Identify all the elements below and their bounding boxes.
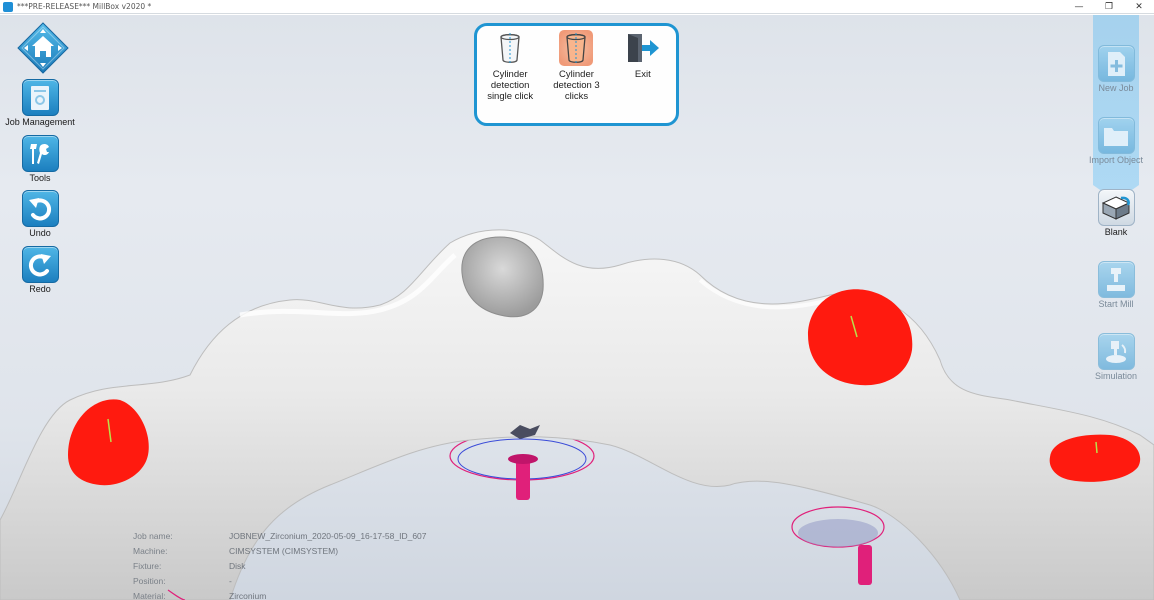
support-pin-center	[449, 431, 595, 500]
home-button[interactable]	[16, 21, 70, 75]
window-controls: — ❐ ✕	[1064, 0, 1154, 14]
job-info-value: Zirconium	[229, 590, 267, 600]
job-info-row: Position: -	[133, 573, 427, 588]
job-info-value: JOBNEW_Zirconium_2020-05-09_16-17-58_ID_…	[229, 530, 427, 541]
job-management-button[interactable]: Job Management	[0, 79, 80, 127]
job-info-value: -	[229, 575, 232, 586]
job-management-label: Job Management	[5, 117, 75, 127]
new-job-button[interactable]: New Job	[1081, 45, 1151, 93]
cylinder-three-icon	[559, 30, 594, 66]
tools-button[interactable]: Tools	[0, 135, 80, 183]
blank-button[interactable]: Blank	[1081, 189, 1151, 237]
exit-button[interactable]: Exit	[612, 30, 674, 123]
marker-top-right[interactable]	[808, 289, 913, 386]
close-button[interactable]: ✕	[1124, 0, 1154, 14]
job-info-key: Job name:	[133, 530, 173, 541]
undo-label: Undo	[29, 228, 51, 238]
job-info-value: CIMSYSTEM (CIMSYSTEM)	[229, 545, 339, 556]
new-job-label: New Job	[1098, 83, 1134, 93]
undo-icon	[21, 190, 59, 227]
app-logo-icon	[3, 1, 13, 12]
exit-label: Exit	[634, 69, 651, 80]
job-info-panel: Job name: JOBNEW_Zirconium_2020-05-09_16…	[133, 528, 427, 600]
job-info-key: Fixture:	[133, 560, 162, 571]
exit-icon	[626, 30, 660, 66]
marker-right[interactable]	[1049, 434, 1141, 482]
tools-label: Tools	[29, 173, 51, 183]
redo-icon	[21, 246, 59, 283]
window-title: ***PRE-RELEASE*** MillBox v2020 *	[17, 2, 152, 11]
import-object-icon	[1097, 117, 1135, 154]
job-info-row: Machine: CIMSYSTEM (CIMSYSTEM)	[133, 543, 427, 558]
cylinder-three-label: Cylinder detection 3 clicks	[553, 69, 600, 102]
minimize-button[interactable]: —	[1064, 0, 1094, 14]
start-mill-label: Start Mill	[1098, 299, 1134, 309]
cylinder-detection-single-click-button[interactable]: Cylinder detection single click	[479, 30, 541, 123]
simulation-button[interactable]: Simulation	[1081, 333, 1151, 381]
job-info-key: Machine:	[133, 545, 168, 556]
import-object-button[interactable]: Import Object	[1081, 117, 1151, 165]
cylinder-detection-toolbar: Cylinder detection single click Cylinder…	[474, 23, 679, 126]
blank-label: Blank	[1104, 227, 1128, 237]
start-mill-icon	[1097, 261, 1135, 298]
simulation-label: Simulation	[1094, 371, 1138, 381]
tools-icon	[21, 135, 59, 172]
job-management-icon	[21, 79, 59, 116]
start-mill-button[interactable]: Start Mill	[1081, 261, 1151, 309]
home-icon	[17, 22, 69, 74]
redo-label: Redo	[29, 284, 51, 294]
cylinder-single-icon	[493, 30, 527, 66]
3d-viewport[interactable]: Job name: JOBNEW_Zirconium_2020-05-09_16…	[0, 15, 1154, 600]
import-object-label: Import Object	[1088, 155, 1144, 165]
title-bar: ***PRE-RELEASE*** MillBox v2020 * — ❐ ✕	[0, 0, 1154, 14]
job-info-key: Position:	[133, 575, 166, 586]
restore-button[interactable]: ❐	[1094, 0, 1124, 14]
cylinder-detection-3-clicks-button[interactable]: Cylinder detection 3 clicks	[545, 30, 607, 123]
cylinder-single-label: Cylinder detection single click	[487, 69, 534, 102]
job-info-row: Fixture: Disk	[133, 558, 427, 573]
job-info-row: Job name: JOBNEW_Zirconium_2020-05-09_16…	[133, 528, 427, 543]
blank-icon	[1097, 189, 1135, 226]
job-info-value: Disk	[229, 560, 246, 571]
redo-button[interactable]: Redo	[0, 246, 80, 294]
job-info-key: Material:	[133, 590, 166, 600]
undo-button[interactable]: Undo	[0, 190, 80, 238]
job-info-row: Material: Zirconium	[133, 588, 427, 600]
new-job-icon	[1097, 45, 1135, 82]
support-pin-right	[791, 506, 885, 585]
simulation-icon	[1097, 333, 1135, 370]
